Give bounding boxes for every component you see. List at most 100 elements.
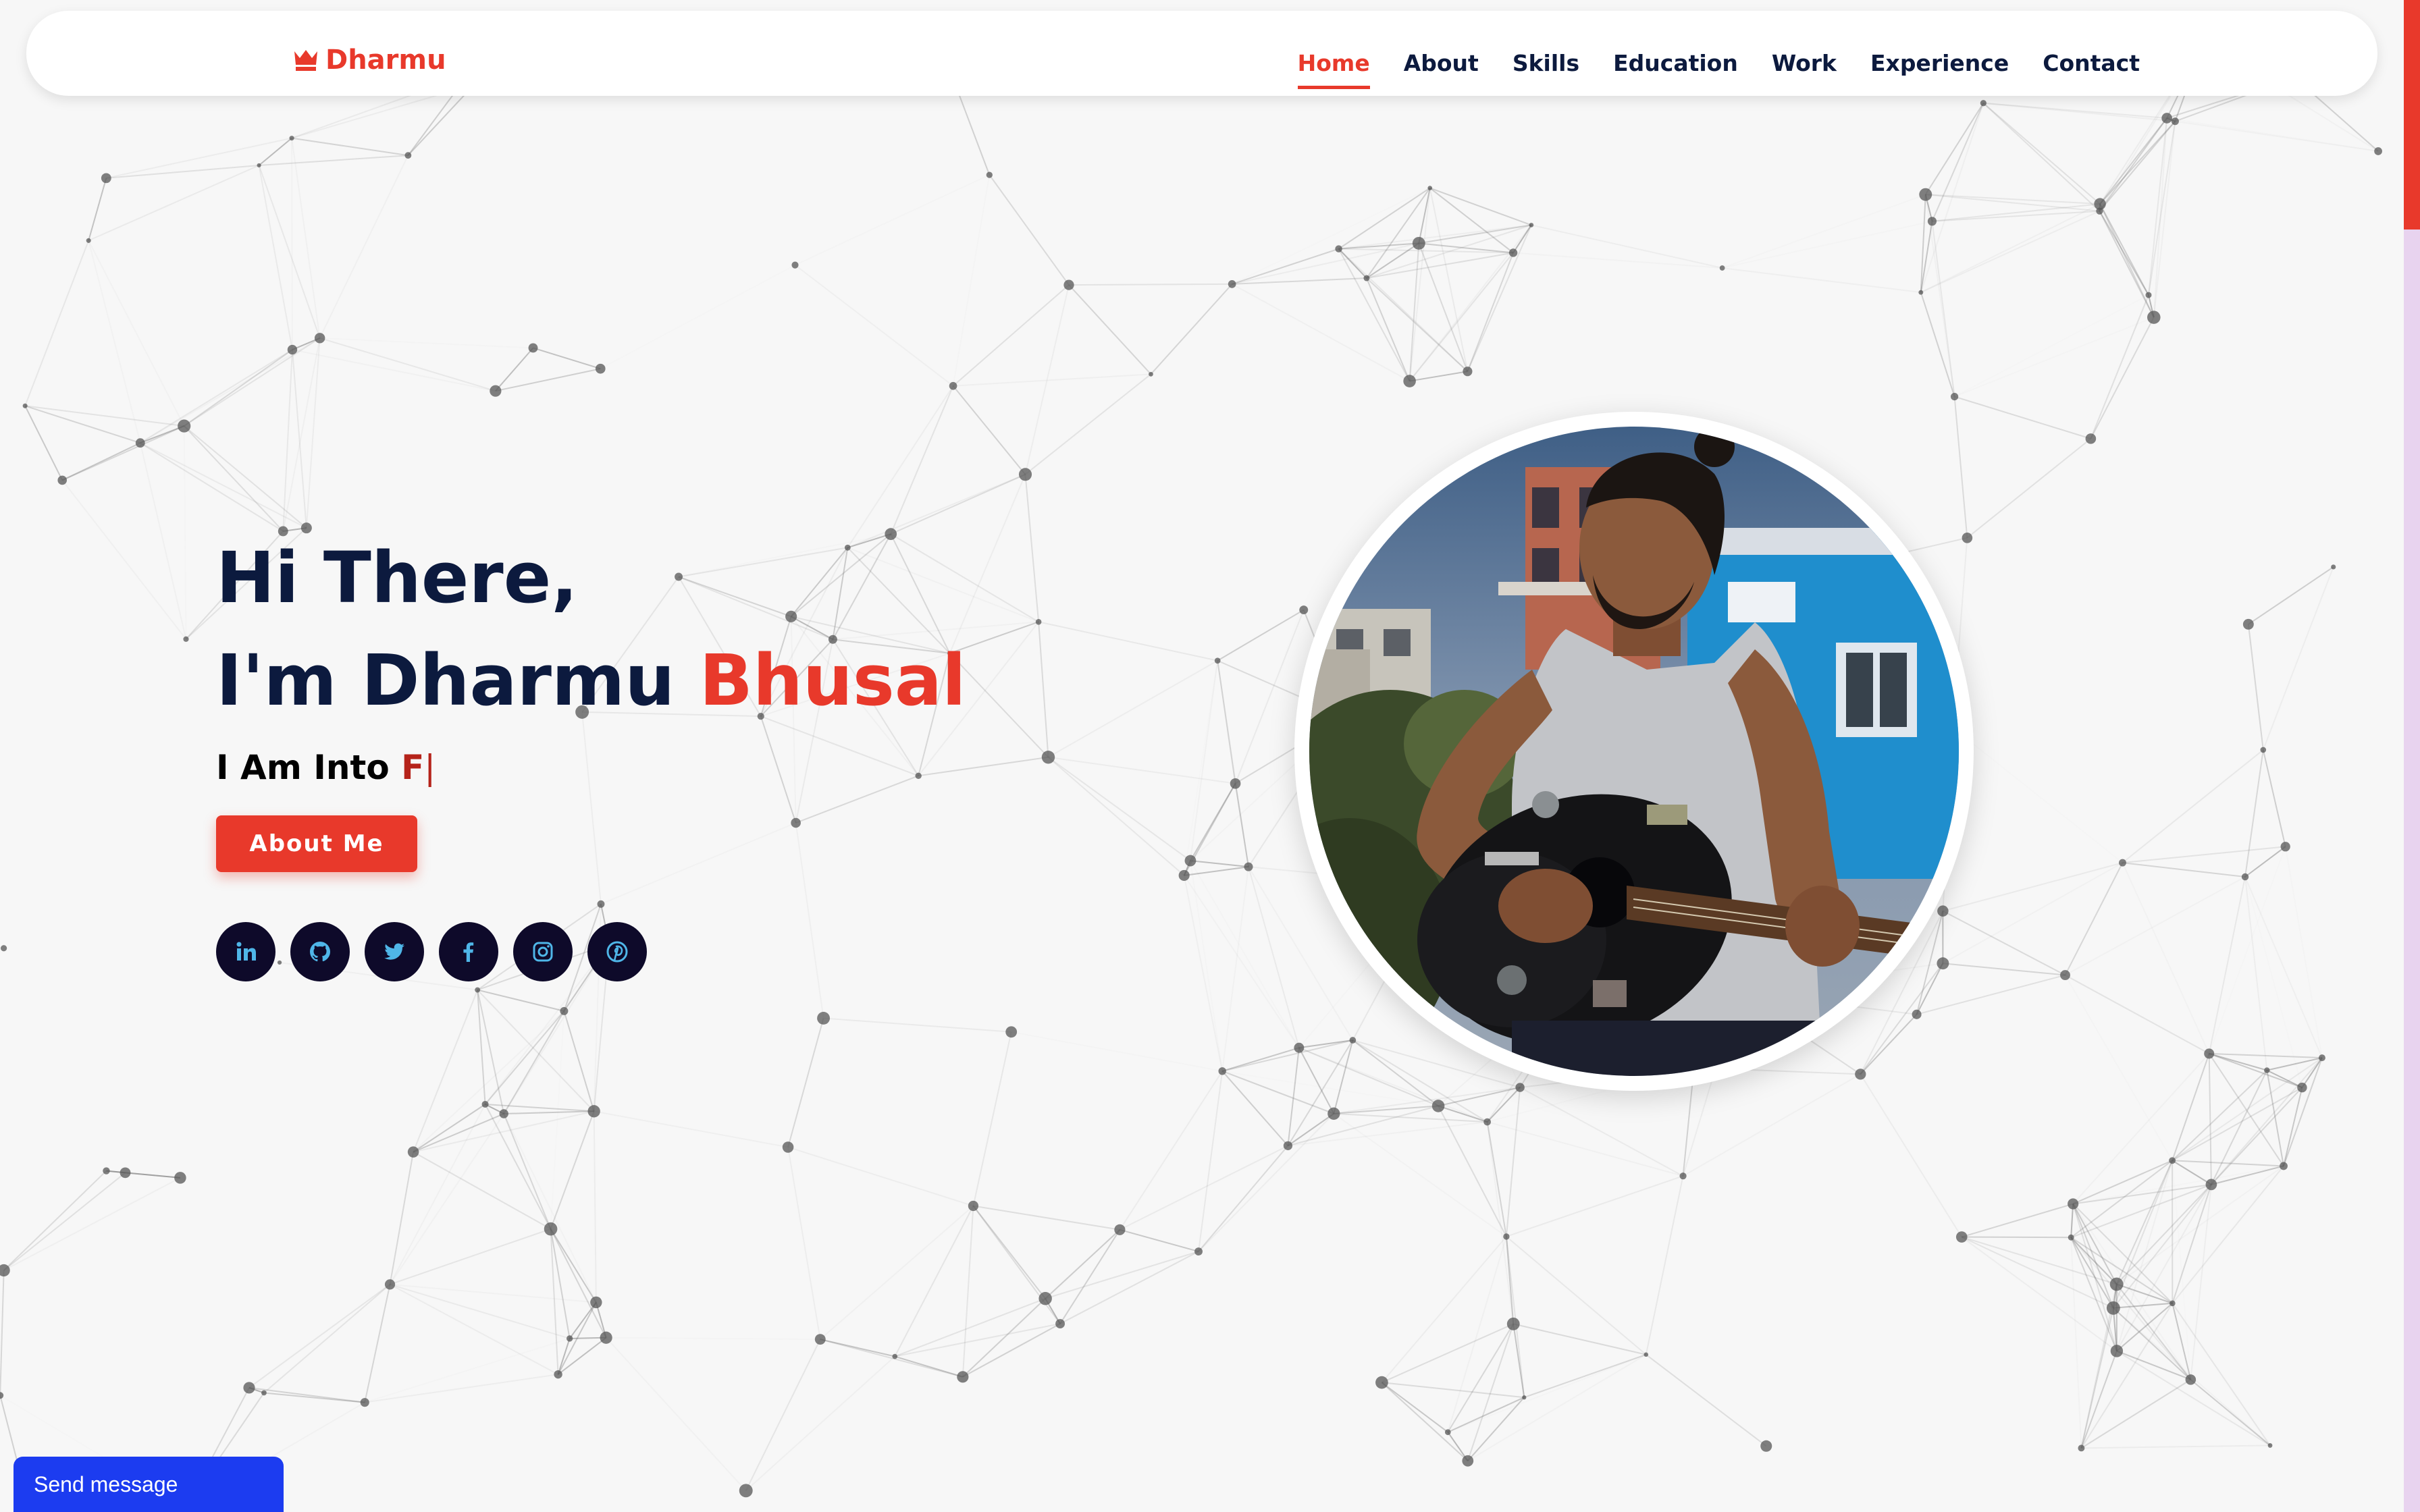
particle-node [814,1334,826,1345]
particle-link [820,1339,964,1378]
particle-node [2078,1444,2085,1452]
particle-link [291,137,409,157]
particle-node [1643,1352,1649,1357]
particle-link [1190,860,1249,868]
particle-link [1916,974,2066,1015]
particle-node [892,1353,898,1359]
particle-link [1467,1353,1647,1462]
particle-link [787,1146,974,1207]
particle-link [895,1323,1061,1357]
particle-node [1005,1026,1018,1038]
particle-link [569,1301,597,1339]
nav-skills[interactable]: Skills [1512,38,1579,86]
linkedin-link[interactable] [216,922,275,981]
particle-link [2283,1057,2323,1166]
particle-link [1234,783,1249,867]
particle-link [1962,1236,2072,1239]
particle-link [1024,474,1040,622]
facebook-icon [463,942,474,962]
particle-node [360,1398,369,1407]
particle-link [1486,1121,1515,1324]
instagram-link[interactable] [513,922,573,981]
twitter-link[interactable] [365,922,424,981]
instagram-icon [533,942,553,962]
particle-node [2068,1198,2079,1210]
particle-link [1381,1382,1448,1433]
particle-link [1190,861,1299,1048]
particle-link [2072,1204,2118,1285]
particle-link [2190,1379,2271,1447]
hero-name: I'm Dharmu Bhusal [216,629,966,732]
particle-node [1522,1395,1527,1400]
particle-node [475,987,481,993]
particle-link [820,1205,974,1340]
particle-node [2241,873,2249,881]
particle-link [24,405,141,444]
particle-node [1403,375,1416,387]
particle-node [554,1370,562,1379]
particle-link [1234,610,1305,784]
particle-link [973,1205,1120,1231]
particle-link [1047,659,1218,758]
particle-link [0,1270,5,1396]
particle-link [533,347,601,370]
particle-link [962,1206,974,1377]
pinterest-link[interactable] [587,922,647,981]
nav-about[interactable]: About [1404,38,1479,86]
nav-home[interactable]: Home [1297,38,1370,89]
particle-link [477,989,564,1012]
particle-link [320,338,533,348]
particle-link [503,1113,552,1230]
particle-link [1150,284,1233,375]
social-links [216,922,966,981]
nav-contact[interactable]: Contact [2043,38,2140,86]
particle-node [1719,265,1725,271]
particle-node [2169,1157,2176,1164]
nav-experience[interactable]: Experience [1870,38,2009,86]
about-me-button[interactable]: About Me [216,815,417,872]
particle-node [1937,905,1949,917]
github-link[interactable] [290,922,350,981]
particle-link [606,1338,820,1339]
particle-node [1980,100,1987,107]
particle-link [2116,1184,2212,1351]
particle-link [2147,117,2168,296]
facebook-link[interactable] [439,922,498,981]
nav-education[interactable]: Education [1613,38,1738,86]
particle-link [88,240,184,426]
particle-link [1506,1236,1647,1355]
particle-link [2208,876,2246,1054]
particle-link [258,165,321,339]
send-message-button[interactable]: Send message [14,1457,284,1512]
particle-link [88,240,140,443]
particle-node [1214,657,1221,664]
particle-link [894,1206,974,1357]
particle-link [263,1284,391,1394]
particle-node [968,1200,979,1212]
particle-link [2122,862,2246,878]
particle-link [1966,438,2092,539]
particle-link [88,178,107,241]
scrollbar-thumb[interactable] [2404,0,2420,230]
nav-work[interactable]: Work [1772,38,1837,86]
particle-link [605,1337,747,1492]
particle-link [972,1031,1012,1206]
particle-node [2109,1277,2124,1291]
brand-name: Dharmu [325,45,446,76]
github-icon [310,942,330,962]
brand-logo[interactable]: Dharmu [293,45,446,76]
particle-node [2068,1234,2074,1241]
particle-link [1513,1323,1647,1355]
particle-link [259,155,409,166]
particle-node [120,1167,131,1179]
particle-node [2110,1345,2124,1357]
particle-link [1860,1014,1918,1075]
particle-node [2119,859,2126,867]
particle-node [2204,1048,2215,1059]
particle-link [1221,1071,1289,1147]
particle-link [1334,1114,1506,1237]
particle-node [1184,855,1196,867]
particle-node [2297,1082,2307,1093]
particle-node [782,1141,794,1153]
particle-node [949,381,957,390]
